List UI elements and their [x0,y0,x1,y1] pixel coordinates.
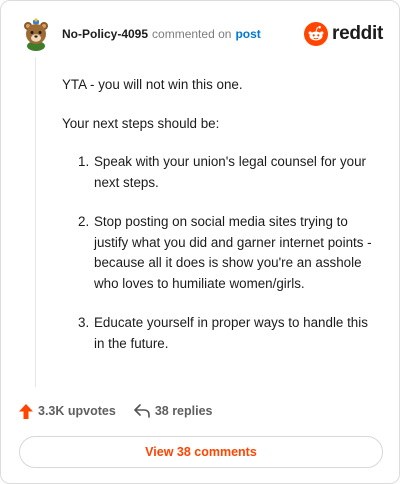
steps-list: 1. Speak with your union's legal counsel… [62,152,374,354]
reddit-logo[interactable]: reddit [304,22,383,46]
view-comments-button[interactable]: View 38 comments [19,436,383,468]
list-item-text: Educate yourself in proper ways to handl… [94,315,368,351]
comment-header: No-Policy-4095 commented on post reddit [19,17,383,51]
replies-button[interactable]: 38 replies [134,404,213,418]
list-item-text: Speak with your union's legal counsel fo… [94,154,367,190]
comment-body: YTA - you will not win this one. Your ne… [62,75,374,373]
list-item-number: 1. [78,154,90,169]
list-item: 3. Educate yourself in proper ways to ha… [78,313,374,354]
post-link[interactable]: post [235,27,260,41]
comment-actions: 3.3K upvotes 38 replies [19,401,213,421]
comment-byline: No-Policy-4095 commented on post [62,27,261,41]
commented-on-text: commented on [152,27,232,41]
reply-arrow-icon [134,404,150,418]
avatar[interactable] [19,17,53,51]
list-item-number: 2. [78,214,90,229]
list-item: 1. Speak with your union's legal counsel… [78,152,374,193]
upvote-arrow-icon [19,403,33,419]
username[interactable]: No-Policy-4095 [62,27,148,41]
reddit-snoo-icon [304,22,329,46]
bear-avatar-icon [24,18,48,51]
upvote-count: 3.3K upvotes [38,404,116,418]
list-item: 2. Stop posting on social media sites tr… [78,212,374,294]
list-item-text: Stop posting on social media sites tryin… [94,214,372,291]
thread-line [35,57,36,387]
comment-intro: YTA - you will not win this one. [62,77,243,92]
reddit-wordmark: reddit [332,23,383,44]
comment-card: No-Policy-4095 commented on post reddit … [0,0,400,484]
list-item-number: 3. [78,315,90,330]
comment-lead: Your next steps should be: [62,115,220,131]
upvote-button[interactable]: 3.3K upvotes [19,403,116,419]
reply-count: 38 replies [154,404,213,418]
